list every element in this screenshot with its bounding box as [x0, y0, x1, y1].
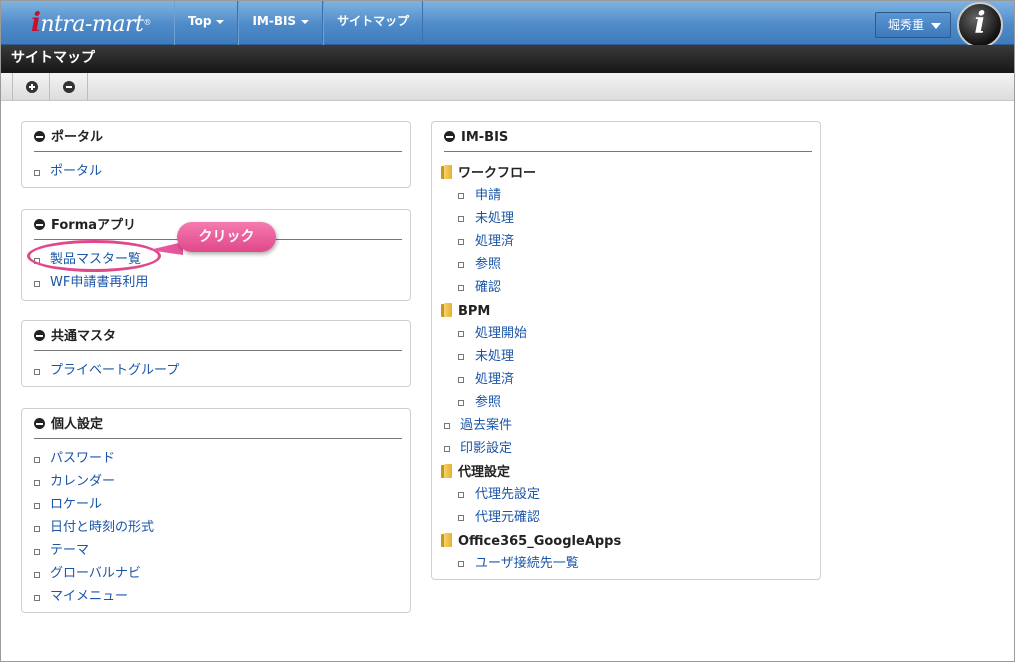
link-bpm-unprocessed[interactable]: 未処理	[475, 349, 514, 365]
bullet-icon	[34, 457, 40, 463]
link-seal-settings[interactable]: 印影設定	[460, 441, 512, 457]
user-menu-button[interactable]: 堀秀重	[875, 12, 951, 38]
collapse-icon	[444, 131, 455, 142]
folder-icon	[441, 533, 452, 547]
link-wf-apply[interactable]: 申請	[475, 188, 501, 204]
expand-all-button[interactable]	[12, 73, 50, 101]
link-locale[interactable]: ロケール	[50, 497, 102, 513]
link-calendar[interactable]: カレンダー	[50, 474, 115, 490]
nav-im-bis[interactable]: IM-BIS	[238, 1, 324, 45]
link-bpm-reference[interactable]: 参照	[475, 395, 501, 411]
folder-workflow[interactable]: ワークフロー	[441, 165, 536, 182]
caret-down-icon	[301, 19, 310, 24]
page-title: サイトマップ	[1, 45, 1014, 73]
link-global-nav[interactable]: グローバルナビ	[50, 566, 141, 582]
bullet-icon	[444, 423, 450, 429]
sitemap-toolbar	[1, 73, 1014, 101]
bullet-icon	[34, 170, 40, 176]
panel-header[interactable]: 個人設定	[34, 417, 402, 439]
bullet-icon	[444, 446, 450, 452]
panel-header[interactable]: IM-BIS	[444, 130, 812, 152]
bullet-icon	[458, 285, 464, 291]
folder-icon	[441, 303, 452, 317]
link-wf-confirm[interactable]: 確認	[475, 280, 501, 296]
link-past-cases[interactable]: 過去案件	[460, 418, 512, 434]
bullet-icon	[458, 239, 464, 245]
caret-down-icon	[931, 23, 941, 29]
link-wf-reference[interactable]: 参照	[475, 257, 501, 273]
bullet-icon	[34, 526, 40, 532]
panel-common-master: 共通マスタ プライベートグループ	[21, 320, 411, 387]
folder-proxy-settings[interactable]: 代理設定	[441, 464, 510, 481]
bullet-icon	[458, 400, 464, 406]
logo-text: ntra-mart	[40, 12, 144, 37]
bullet-icon	[458, 377, 464, 383]
collapse-icon	[34, 131, 45, 142]
global-nav: Top IM-BIS サイトマップ	[174, 1, 424, 45]
collapse-icon	[34, 219, 45, 230]
link-proxy-from[interactable]: 代理元確認	[475, 510, 540, 526]
panel-im-bis: IM-BIS ワークフロー 申請 未処理 処理済 参照 確認 BPM 処理開始 …	[431, 121, 821, 580]
caret-down-icon	[216, 19, 225, 24]
info-logo-icon[interactable]: i	[957, 2, 1003, 48]
bullet-icon	[458, 193, 464, 199]
link-wf-unprocessed[interactable]: 未処理	[475, 211, 514, 227]
panel-header[interactable]: 共通マスタ	[34, 329, 402, 351]
link-datetime-format[interactable]: 日付と時刻の形式	[50, 520, 154, 536]
bullet-icon	[34, 549, 40, 555]
intra-mart-logo[interactable]: intra-mart®	[31, 7, 151, 39]
bullet-icon	[458, 354, 464, 360]
bullet-icon	[458, 262, 464, 268]
panel-personal-settings: 個人設定 パスワード カレンダー ロケール 日付と時刻の形式 テーマ グローバル…	[21, 408, 411, 613]
link-password[interactable]: パスワード	[50, 451, 115, 467]
link-wf-reuse[interactable]: WF申請書再利用	[50, 275, 148, 291]
nav-sitemap[interactable]: サイトマップ	[323, 1, 424, 45]
folder-bpm[interactable]: BPM	[441, 303, 490, 320]
global-navbar: intra-mart® Top IM-BIS サイトマップ 堀秀重 i	[1, 1, 1014, 48]
folder-icon	[441, 165, 452, 179]
link-wf-processed[interactable]: 処理済	[475, 234, 514, 250]
panel-header[interactable]: ポータル	[34, 130, 402, 152]
bullet-icon	[458, 492, 464, 498]
bullet-icon	[34, 595, 40, 601]
link-theme[interactable]: テーマ	[50, 543, 89, 559]
collapse-icon	[34, 330, 45, 341]
nav-top[interactable]: Top	[174, 1, 239, 45]
link-bpm-processed[interactable]: 処理済	[475, 372, 514, 388]
folder-icon	[441, 464, 452, 478]
link-proxy-to[interactable]: 代理先設定	[475, 487, 540, 503]
folder-office365[interactable]: Office365_GoogleApps	[441, 533, 621, 550]
plus-circle-icon	[26, 81, 38, 93]
link-user-connections[interactable]: ユーザ接続先一覧	[475, 556, 579, 572]
bullet-icon	[458, 216, 464, 222]
link-portal[interactable]: ポータル	[50, 164, 102, 180]
collapse-all-button[interactable]	[50, 73, 88, 101]
panel-portal: ポータル ポータル	[21, 121, 411, 188]
bullet-icon	[34, 281, 40, 287]
bullet-icon	[34, 369, 40, 375]
collapse-icon	[34, 418, 45, 429]
bullet-icon	[34, 503, 40, 509]
highlight-oval	[27, 240, 161, 272]
bullet-icon	[34, 572, 40, 578]
click-callout: クリック	[177, 222, 276, 252]
bullet-icon	[34, 480, 40, 486]
bullet-icon	[458, 515, 464, 521]
bullet-icon	[458, 331, 464, 337]
link-private-group[interactable]: プライベートグループ	[50, 363, 179, 379]
link-my-menu[interactable]: マイメニュー	[50, 589, 128, 605]
bullet-icon	[458, 561, 464, 567]
link-bpm-start[interactable]: 処理開始	[475, 326, 527, 342]
minus-circle-icon	[63, 81, 75, 93]
